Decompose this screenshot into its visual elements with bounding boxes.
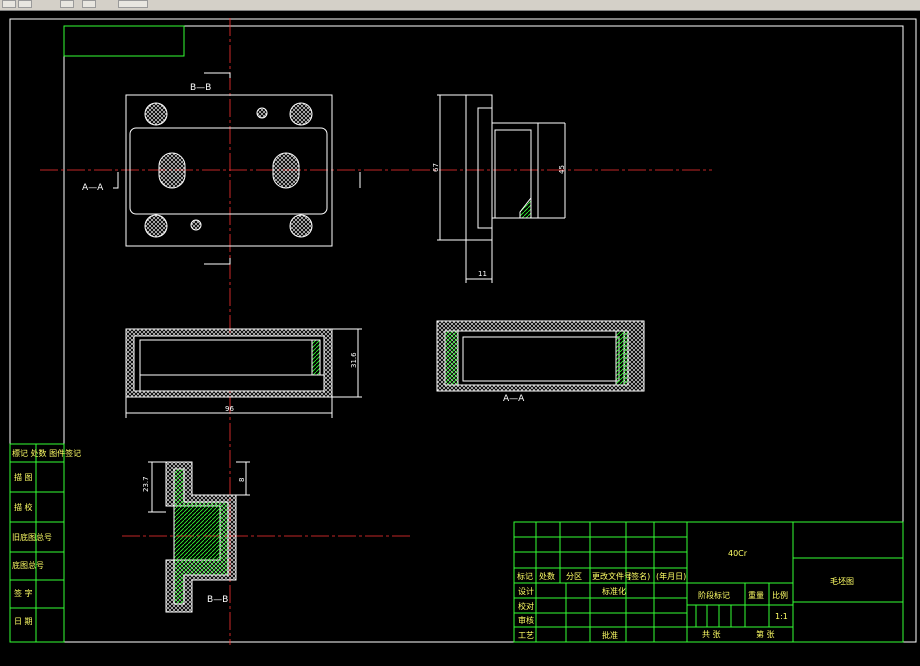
material: 40Cr xyxy=(728,549,748,558)
drawing-canvas[interactable]: B—B A—A 67 45 11 31.6 96 A—A 23.7 8 B—B … xyxy=(0,11,920,666)
properties-icon[interactable] xyxy=(118,0,148,8)
left-strip: 標记 处数 图件签记 描 图 描 校 旧底图总号 底图总号 签 字 日 期 xyxy=(9,443,81,643)
section-aa-label: A—A xyxy=(82,183,104,193)
dim-height-side-2: 45 xyxy=(558,165,566,174)
bottom-left-view xyxy=(125,328,362,418)
strip-row-2: 描 校 xyxy=(14,502,33,512)
title-block: 标记 处数 分区 更改文件号 (签名) (年月日) 设计 校对 审核 工艺 标准… xyxy=(513,521,904,643)
stage-label: 阶段标记 xyxy=(698,590,730,600)
tb-approve-label: 批准 xyxy=(602,630,618,640)
tb-row-process: 工艺 xyxy=(518,631,534,640)
save-icon[interactable] xyxy=(2,0,16,8)
toolbar xyxy=(0,0,920,11)
tb-col-3: 更改文件号 xyxy=(592,571,632,581)
tb-col-5: (年月日) xyxy=(656,571,686,581)
tb-row-design: 设计 xyxy=(518,586,534,596)
tb-col-0: 标记 xyxy=(517,571,533,581)
weight-label: 重量 xyxy=(748,590,764,600)
side-view xyxy=(437,94,566,283)
sheet-no: 第 张 xyxy=(756,629,775,639)
tb-row-check: 校对 xyxy=(518,601,534,611)
top-view xyxy=(125,94,333,247)
undo-icon[interactable] xyxy=(60,0,74,8)
aa-section-view xyxy=(436,320,645,392)
open-icon[interactable] xyxy=(18,0,32,8)
tb-row-review: 审核 xyxy=(518,615,534,625)
tb-col-4: (签名) xyxy=(628,571,650,581)
scale-label: 比例 xyxy=(772,590,788,600)
dim-height-side: 67 xyxy=(432,163,440,172)
strip-row-3: 旧底图总号 xyxy=(12,532,52,542)
section-bb-label-2: B—B xyxy=(207,595,228,605)
section-marker-bb-bottom xyxy=(204,258,231,265)
dim-width-side: 11 xyxy=(478,270,487,278)
drawing-name: 毛坯图 xyxy=(830,576,854,586)
redo-icon[interactable] xyxy=(82,0,96,8)
strip-row-4: 底图总号 xyxy=(12,560,44,570)
tb-col-2: 分区 xyxy=(566,572,582,581)
strip-row-5: 签 字 xyxy=(14,588,33,598)
dim-bb-small: 8 xyxy=(238,478,246,482)
dim-height-bottom: 31.6 xyxy=(350,352,358,368)
tb-col-1: 处数 xyxy=(539,571,555,581)
strip-row-0: 標记 处数 图件签记 xyxy=(12,448,81,458)
sheets-total: 共 张 xyxy=(702,630,721,639)
tb-std-label: 标准化 xyxy=(602,586,626,596)
scale-value: 1:1 xyxy=(775,612,788,621)
section-bb-label: B—B xyxy=(190,83,211,93)
section-aa-label-2: A—A xyxy=(503,394,525,404)
dim-width-bottom: 96 xyxy=(225,405,234,413)
bb-section-view xyxy=(148,461,250,613)
corner-label-box xyxy=(63,25,185,57)
section-marker-aa-left xyxy=(113,172,119,189)
section-marker-bb-top xyxy=(204,72,231,78)
dim-bb-height: 23.7 xyxy=(142,476,150,492)
strip-row-1: 描 图 xyxy=(14,472,33,482)
strip-row-6: 日 期 xyxy=(14,617,33,626)
